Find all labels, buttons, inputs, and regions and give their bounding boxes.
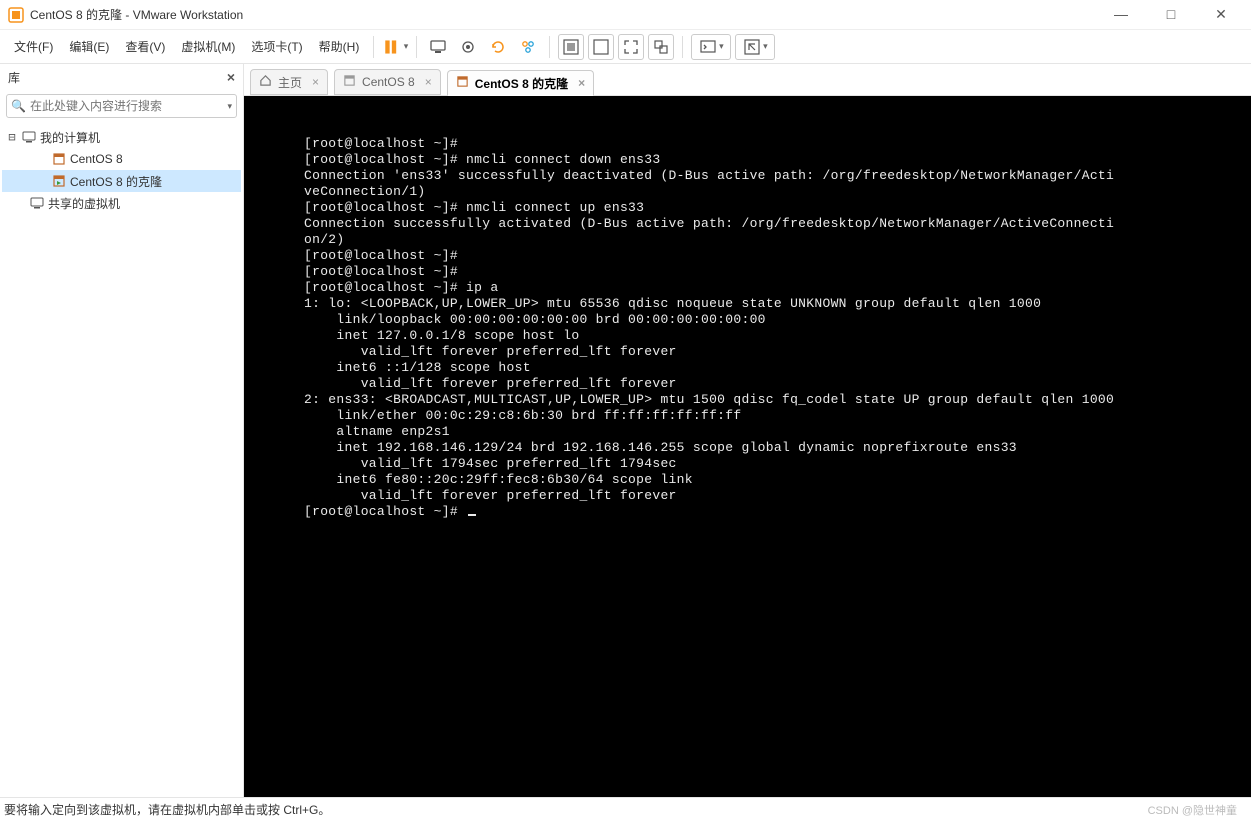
search-box[interactable]: 🔍 ▾ <box>6 94 237 118</box>
search-icon: 🔍 <box>11 99 26 113</box>
chevron-down-icon[interactable]: ▾ <box>225 101 232 112</box>
tab-close-icon[interactable]: × <box>308 75 319 89</box>
host-device-icon[interactable] <box>425 34 451 60</box>
collapse-icon[interactable]: ⊟ <box>6 130 18 144</box>
vm-console[interactable]: [root@localhost ~]# [root@localhost ~]# … <box>244 96 1251 797</box>
tab-label: 主页 <box>278 74 302 91</box>
chevron-down-icon: ▾ <box>402 41 409 52</box>
tab-label: CentOS 8 的克隆 <box>475 75 568 92</box>
separator <box>549 36 550 58</box>
tree-shared-vms[interactable]: 共享的虚拟机 <box>2 192 241 214</box>
tab-close-icon[interactable]: × <box>574 76 585 90</box>
unity-mode-icon[interactable] <box>648 34 674 60</box>
separator <box>682 36 683 58</box>
menu-edit[interactable]: 编辑(E) <box>61 34 117 59</box>
sidebar-close-icon[interactable]: × <box>227 69 235 85</box>
computer-icon <box>30 196 44 210</box>
tab-close-icon[interactable]: × <box>421 75 432 89</box>
tree-my-computer[interactable]: ⊟ 我的计算机 <box>2 126 241 148</box>
sidebar-title: 库 <box>8 69 20 86</box>
window-controls: — □ ✕ <box>1107 6 1243 23</box>
vm-icon <box>52 152 66 166</box>
library-tree: ⊟ 我的计算机 CentOS 8 CentOS 8 的克隆 <box>0 122 243 218</box>
menu-help[interactable]: 帮助(H) <box>311 34 368 59</box>
menu-view[interactable]: 查看(V) <box>117 34 173 59</box>
vm-running-icon <box>456 75 469 91</box>
vmware-logo-icon <box>8 7 24 23</box>
tree-label: 我的计算机 <box>40 129 100 146</box>
separator <box>416 36 417 58</box>
tree-vm-centos8[interactable]: CentOS 8 <box>2 148 241 170</box>
tab-centos8-clone[interactable]: CentOS 8 的克隆 × <box>447 70 594 96</box>
fullscreen-icon[interactable] <box>618 34 644 60</box>
search-wrap: 🔍 ▾ <box>0 90 243 122</box>
tab-centos8[interactable]: CentOS 8 × <box>334 69 441 95</box>
tree-label: CentOS 8 <box>70 152 123 166</box>
sidebar-header: 库 × <box>0 64 243 90</box>
main-area: 库 × 🔍 ▾ ⊟ 我的计算机 CentOS 8 <box>0 64 1251 797</box>
status-bar: 要将输入定向到该虚拟机，请在虚拟机内部单击或按 Ctrl+G。 CSDN @隐世… <box>0 797 1251 821</box>
snapshot-take-icon[interactable] <box>455 34 481 60</box>
chevron-down-icon: ▾ <box>761 41 768 52</box>
close-button[interactable]: ✕ <box>1207 6 1235 23</box>
console-quick-icon[interactable]: ▾ <box>691 34 731 60</box>
chevron-down-icon: ▾ <box>717 41 724 52</box>
tree-label: CentOS 8 的克隆 <box>70 173 162 190</box>
tab-label: CentOS 8 <box>362 75 415 89</box>
menu-file[interactable]: 文件(F) <box>6 34 61 59</box>
status-text: 要将输入定向到该虚拟机，请在虚拟机内部单击或按 Ctrl+G。 <box>4 801 330 818</box>
snapshot-revert-icon[interactable] <box>485 34 511 60</box>
tree-label: 共享的虚拟机 <box>48 195 120 212</box>
home-icon <box>259 74 272 90</box>
window-title: CentOS 8 的克隆 - VMware Workstation <box>30 6 1107 23</box>
library-sidebar: 库 × 🔍 ▾ ⊟ 我的计算机 CentOS 8 <box>0 64 244 797</box>
tabstrip: 主页 × CentOS 8 × CentOS 8 的克隆 × <box>244 64 1251 96</box>
tab-home[interactable]: 主页 × <box>250 69 328 95</box>
console-view-icon[interactable] <box>588 34 614 60</box>
vm-running-icon <box>52 174 66 188</box>
computer-icon <box>22 130 36 144</box>
watermark-text: CSDN @隐世神童 <box>1148 802 1247 818</box>
menu-bar: 文件(F) 编辑(E) 查看(V) 虚拟机(M) 选项卡(T) 帮助(H) ▾ … <box>0 30 1251 64</box>
content-area: 主页 × CentOS 8 × CentOS 8 的克隆 × [root@loc… <box>244 64 1251 797</box>
tree-vm-centos8-clone[interactable]: CentOS 8 的克隆 <box>2 170 241 192</box>
search-input[interactable] <box>30 99 222 113</box>
menu-vm[interactable]: 虚拟机(M) <box>173 34 243 59</box>
snapshot-manager-icon[interactable] <box>515 34 541 60</box>
vm-icon <box>343 74 356 90</box>
stretch-mode-icon[interactable]: ▾ <box>735 34 775 60</box>
pause-button[interactable]: ▾ <box>382 34 408 60</box>
maximize-button[interactable]: □ <box>1157 6 1185 23</box>
menu-tabs[interactable]: 选项卡(T) <box>243 34 310 59</box>
title-bar: CentOS 8 的克隆 - VMware Workstation — □ ✕ <box>0 0 1251 30</box>
fit-guest-icon[interactable] <box>558 34 584 60</box>
minimize-button[interactable]: — <box>1107 6 1135 23</box>
separator <box>373 36 374 58</box>
